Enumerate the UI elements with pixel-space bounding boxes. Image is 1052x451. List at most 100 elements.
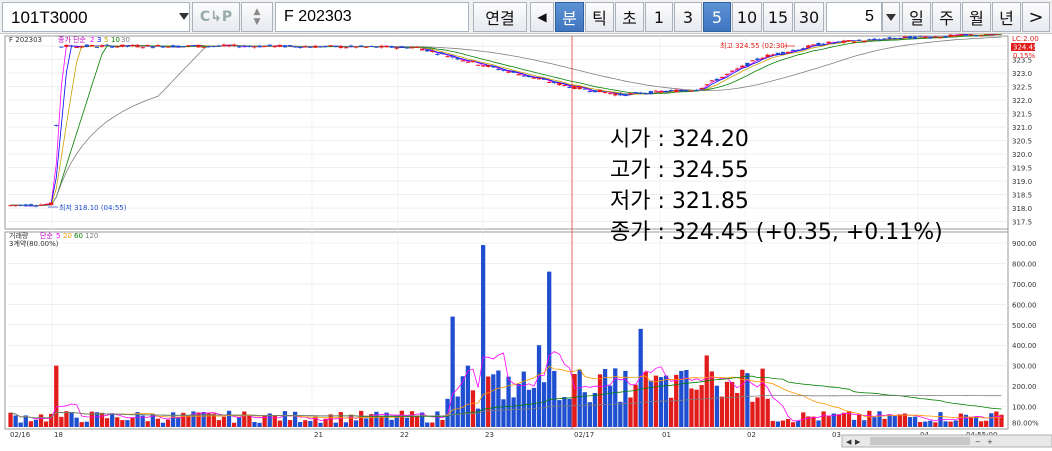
volume-bar [750, 401, 755, 427]
volume-bar [907, 417, 913, 427]
volume-bar [33, 419, 39, 427]
candle-body [674, 89, 679, 93]
volume-bar [38, 414, 44, 427]
volume-bar [775, 421, 781, 427]
volume-axis-label: 500.00 [1012, 322, 1037, 330]
candle-body [414, 46, 420, 48]
interval-30[interactable]: 30 [794, 2, 824, 32]
candle-body [597, 89, 603, 93]
candle-body [567, 86, 572, 88]
volume-bar [790, 422, 796, 427]
candle-body [968, 34, 974, 36]
count-dropdown[interactable] [882, 2, 900, 32]
candle-body [973, 35, 979, 37]
volume-legend-ma60: 60 [74, 232, 83, 240]
candle-body [328, 45, 333, 47]
next-arrow-icon[interactable]: > [1022, 2, 1050, 32]
volume-legend-ma-label: 단순 [40, 231, 53, 240]
chart-area[interactable]: 324.0323.5323.0322.5322.0321.5321.0320.5… [0, 34, 1052, 451]
volume-bar [765, 398, 770, 427]
volume-bar [440, 419, 445, 427]
candle-body [38, 204, 44, 206]
tab-month[interactable]: 월 [962, 2, 991, 32]
candle-body [689, 90, 694, 92]
candle-body [735, 68, 740, 70]
candle-body [49, 202, 54, 206]
interval-10[interactable]: 10 [732, 2, 762, 32]
candle-body [531, 77, 537, 79]
candle-body [89, 45, 94, 47]
tab-day[interactable]: 일 [902, 2, 931, 32]
spin-updown-icon[interactable]: ▲ ▼ [241, 2, 273, 32]
volume-bar [933, 422, 938, 427]
code-dropdown-icon[interactable] [179, 13, 189, 20]
candle-body [115, 46, 120, 48]
search-field[interactable]: F 202303 [275, 2, 469, 32]
candle-body [755, 58, 760, 61]
volume-bar [816, 420, 821, 427]
scrollbar-thumb[interactable] [870, 437, 970, 445]
candle-body [318, 46, 323, 48]
candle-body [516, 74, 521, 76]
tab-second[interactable]: 초 [615, 2, 644, 32]
candle-body [796, 49, 801, 51]
volume-bar [862, 420, 867, 427]
candle-body [785, 51, 791, 53]
interval-5[interactable]: 5 [703, 2, 731, 32]
volume-bar [104, 418, 110, 427]
tab-week[interactable]: 주 [932, 2, 961, 32]
candle-body [287, 45, 293, 47]
tab-tick[interactable]: 틱 [585, 2, 614, 32]
candle-body [257, 45, 262, 48]
candle-body [196, 44, 201, 48]
candle-body [760, 57, 765, 59]
candle-body [867, 39, 872, 41]
last-price-pct: 0.15% [1013, 52, 1036, 60]
candle-body [658, 91, 664, 93]
volume-bar [724, 381, 730, 427]
high-row: 고가 : 324.55 [610, 158, 749, 183]
zoom-in-icon[interactable]: + [987, 438, 993, 446]
connect-button[interactable]: 연결 [473, 2, 527, 32]
code-input[interactable]: 101T3000 [2, 2, 190, 32]
tab-minute[interactable]: 분 [555, 2, 584, 32]
candle-body [425, 49, 430, 52]
count-input[interactable]: 5 [826, 2, 882, 32]
price-axis-label: 321.0 [1012, 124, 1032, 132]
price-axis-label: 320.0 [1012, 151, 1032, 159]
candle-body [582, 88, 587, 90]
interval-1[interactable]: 1 [645, 2, 673, 32]
interval-3[interactable]: 3 [674, 2, 702, 32]
volume-bar [28, 421, 34, 427]
candle-body [348, 45, 354, 47]
volume-bar [430, 422, 435, 427]
candle-body [684, 90, 689, 92]
time-axis-label: 01 [662, 431, 671, 439]
chart-link-icon[interactable]: C↳P [192, 2, 240, 32]
volume-bar [171, 412, 176, 427]
volume-bar [592, 392, 598, 427]
candle-body [135, 45, 140, 48]
volume-bar [282, 411, 288, 427]
prev-arrow-icon[interactable]: ◀ [530, 2, 554, 32]
scroll-right-icon[interactable]: ▶ [855, 438, 861, 446]
volume-legend-sub: 3계약(80.00%) [9, 239, 59, 248]
candle-body [79, 46, 84, 48]
interval-15[interactable]: 15 [763, 2, 793, 32]
count-input-value: 5 [865, 8, 874, 25]
volume-bar [928, 420, 933, 427]
time-axis-label: 02/17 [574, 431, 594, 439]
price-axis-label: 317.5 [1012, 219, 1032, 227]
volume-legend-ma120: 120 [85, 232, 98, 240]
candle-body [150, 47, 155, 49]
time-axis-label: 22 [400, 431, 409, 439]
volume-bar [353, 420, 359, 427]
tab-year[interactable]: 년 [992, 2, 1021, 32]
volume-bar [242, 411, 247, 427]
volume-bar [272, 415, 277, 427]
scroll-left-icon[interactable]: ◀ [846, 438, 852, 446]
candle-body [638, 92, 643, 94]
candle-body [750, 60, 755, 62]
open-value: 324.20 [671, 127, 749, 152]
zoom-out-icon[interactable]: − [975, 438, 981, 446]
